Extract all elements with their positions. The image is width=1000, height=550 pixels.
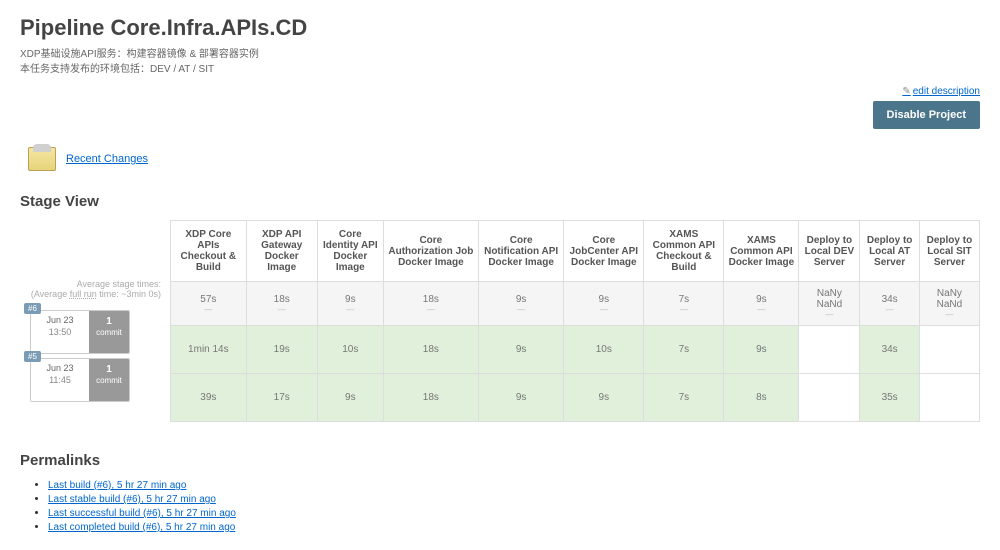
avg-cell: NaNy NaNd— (799, 282, 860, 326)
stage-cell[interactable]: 7s (644, 374, 724, 422)
stage-header: Core Notification API Docker Image (478, 221, 563, 282)
build-commit: 1commit (89, 311, 129, 353)
stage-cell[interactable] (799, 326, 860, 374)
stage-cell[interactable]: 9s (478, 326, 563, 374)
permalink-item: Last build (#6), 5 hr 27 min ago (48, 479, 980, 491)
stage-cell[interactable]: 9s (724, 326, 799, 374)
notepad-icon (28, 147, 56, 171)
build-box[interactable]: Jun 2311:451commit (30, 358, 130, 402)
avg-cell: 18s— (246, 282, 317, 326)
stage-header: Core Authorization Job Docker Image (383, 221, 478, 282)
stage-header: Deploy to Local DEV Server (799, 221, 860, 282)
build-badge[interactable]: #6 (24, 303, 41, 314)
stage-cell[interactable]: 9s (478, 374, 563, 422)
stage-header: XDP API Gateway Docker Image (246, 221, 317, 282)
avg-cell: 9s— (564, 282, 644, 326)
average-label: Average stage times: (Average full run t… (20, 274, 170, 308)
stage-cell[interactable]: 7s (644, 326, 724, 374)
stage-cell[interactable]: 39s (171, 374, 247, 422)
stage-header: XAMS Common API Docker Image (724, 221, 799, 282)
permalink-link[interactable]: Last stable build (#6), 5 hr 27 min ago (48, 494, 216, 505)
stage-cell[interactable]: 34s (860, 326, 919, 374)
avg-cell: 34s— (860, 282, 919, 326)
stage-cell[interactable] (919, 374, 979, 422)
build-box[interactable]: Jun 2313:501commit (30, 310, 130, 354)
desc-line-1: XDP基础设施API服务：构建容器镜像 & 部署容器实例 (20, 49, 259, 60)
recent-changes-link[interactable]: Recent Changes (66, 153, 148, 165)
build-date: Jun 2311:45 (31, 359, 89, 401)
page-title: Pipeline Core.Infra.APIs.CD (20, 15, 980, 41)
stage-header: Deploy to Local SIT Server (919, 221, 979, 282)
stage-header: Core JobCenter API Docker Image (564, 221, 644, 282)
stage-header: XAMS Common API Checkout & Build (644, 221, 724, 282)
stage-cell[interactable]: 10s (564, 326, 644, 374)
stage-cell[interactable]: 18s (383, 374, 478, 422)
stage-cell[interactable]: 35s (860, 374, 919, 422)
stage-view-heading: Stage View (20, 193, 980, 210)
stage-cell[interactable]: 19s (246, 326, 317, 374)
avg-cell: 7s— (644, 282, 724, 326)
stage-cell[interactable]: 1min 14s (171, 326, 247, 374)
permalink-link[interactable]: Last build (#6), 5 hr 27 min ago (48, 480, 186, 491)
build-date: Jun 2313:50 (31, 311, 89, 353)
stage-header: Core Identity API Docker Image (317, 221, 383, 282)
avg-cell: NaNy NaNd— (919, 282, 979, 326)
stage-cell[interactable]: 9s (317, 374, 383, 422)
stage-cell[interactable]: 18s (383, 326, 478, 374)
avg-cell: 9s— (317, 282, 383, 326)
stage-cell[interactable] (799, 374, 860, 422)
stage-cell[interactable]: 17s (246, 374, 317, 422)
avg-cell: 57s— (171, 282, 247, 326)
permalinks-heading: Permalinks (20, 452, 980, 469)
stage-cell[interactable]: 10s (317, 326, 383, 374)
disable-project-button[interactable]: Disable Project (873, 101, 980, 129)
edit-description-link[interactable]: edit description (902, 86, 980, 97)
build-commit: 1commit (89, 359, 129, 401)
permalink-item: Last stable build (#6), 5 hr 27 min ago (48, 493, 980, 505)
avg-cell: 9s— (724, 282, 799, 326)
avg-cell: 18s— (383, 282, 478, 326)
permalink-link[interactable]: Last completed build (#6), 5 hr 27 min a… (48, 522, 235, 533)
stage-view: Average stage times: (Average full run t… (20, 220, 980, 422)
avg-cell: 9s— (478, 282, 563, 326)
permalink-item: Last completed build (#6), 5 hr 27 min a… (48, 521, 980, 533)
stage-header: XDP Core APIs Checkout & Build (171, 221, 247, 282)
average-sublabel: (Average full run time: ~3min 0s) (31, 289, 161, 299)
stage-table: XDP Core APIs Checkout & BuildXDP API Ga… (170, 220, 980, 422)
permalink-link[interactable]: Last successful build (#6), 5 hr 27 min … (48, 508, 236, 519)
build-badge[interactable]: #5 (24, 351, 41, 362)
permalink-item: Last successful build (#6), 5 hr 27 min … (48, 507, 980, 519)
stage-cell[interactable] (919, 326, 979, 374)
stage-header: Deploy to Local AT Server (860, 221, 919, 282)
permalinks-list: Last build (#6), 5 hr 27 min ago Last sta… (48, 479, 980, 533)
stage-cell[interactable]: 8s (724, 374, 799, 422)
stage-cell[interactable]: 9s (564, 374, 644, 422)
desc-line-2: 本任务支持发布的环境包括：DEV / AT / SIT (20, 64, 214, 75)
